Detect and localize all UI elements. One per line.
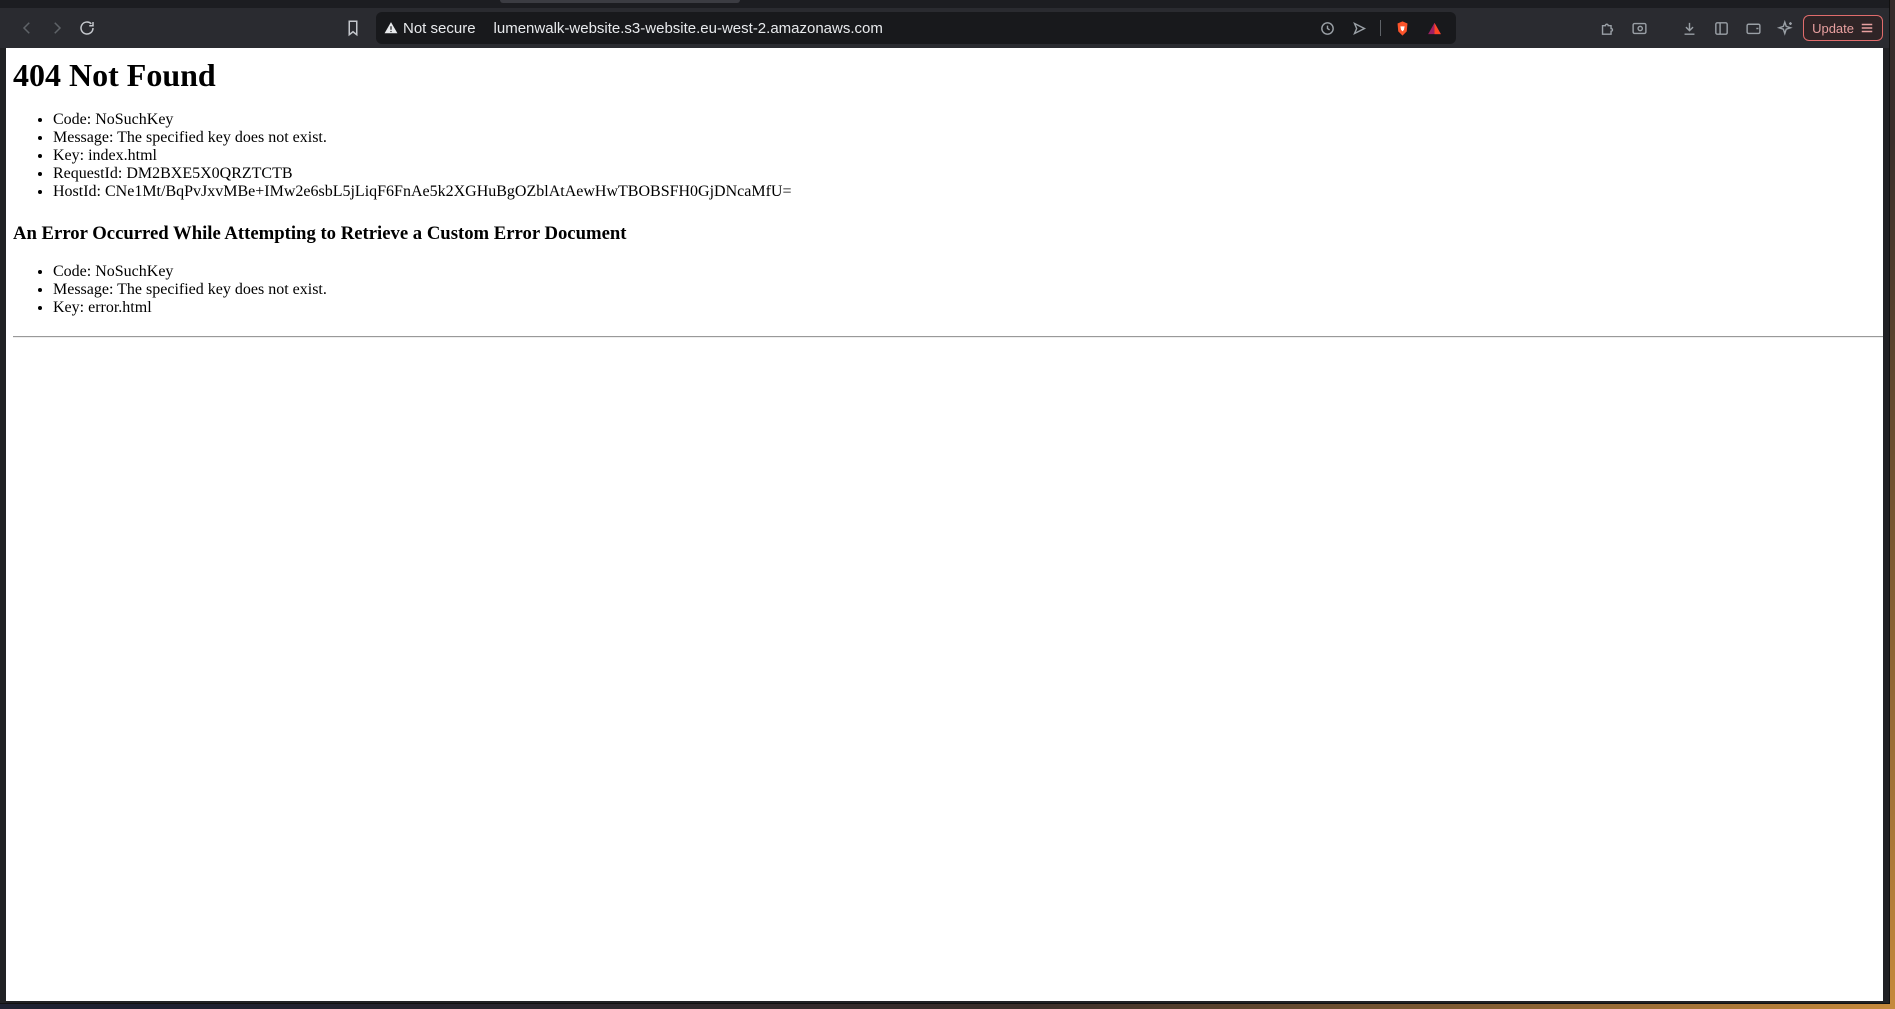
send-button[interactable]	[1345, 14, 1373, 42]
page-title: 404 Not Found	[13, 57, 216, 93]
error-details-list: Code: NoSuchKey Message: The specified k…	[6, 111, 1883, 201]
forward-arrow-icon	[54, 22, 62, 34]
downloads-button[interactable]	[1675, 14, 1703, 42]
address-bar-actions	[1313, 12, 1448, 44]
toolbar-actions: Update	[1593, 12, 1883, 44]
divider	[13, 336, 1883, 339]
puzzle-icon	[1601, 23, 1613, 35]
brave-shield-icon	[1397, 20, 1407, 36]
custom-error-details-list: Code: NoSuchKey Message: The specified k…	[6, 263, 1883, 317]
update-label: Update	[1812, 20, 1854, 36]
extensions-button[interactable]	[1593, 14, 1621, 42]
reload-button[interactable]	[72, 13, 102, 43]
list-item: HostId: CNe1Mt/BqPvJxvMBe+IMw2e6sbL5jLiq…	[53, 183, 1883, 201]
download-icon	[1684, 22, 1695, 35]
list-item: Key: error.html	[53, 299, 1883, 317]
screenshot-icon	[1631, 22, 1647, 34]
browser-toolbar: Not secure lumenwalk-website.s3-website.…	[0, 8, 1889, 48]
back-arrow-icon	[22, 22, 30, 34]
not-secure-label: Not secure	[403, 19, 476, 37]
url-text[interactable]: lumenwalk-website.s3-website.eu-west-2.a…	[494, 20, 883, 37]
warning-triangle-icon	[384, 22, 398, 34]
send-icon	[1352, 21, 1366, 35]
leo-sparkle-icon	[1776, 19, 1793, 36]
wallet-button[interactable]	[1739, 14, 1767, 42]
leo-ai-button[interactable]	[1771, 14, 1799, 42]
section-heading: An Error Occurred While Attempting to Re…	[13, 222, 627, 244]
bookmark-icon	[348, 20, 358, 37]
list-item: Message: The specified key does not exis…	[53, 281, 1883, 299]
hamburger-menu-icon	[1861, 23, 1873, 33]
brave-rewards-icon	[1427, 22, 1441, 34]
security-indicator[interactable]: Not secure	[384, 20, 476, 37]
list-item: Key: index.html	[53, 147, 1883, 165]
browser-window: Not secure lumenwalk-website.s3-website.…	[0, 0, 1890, 1004]
list-item: Message: The specified key does not exis…	[53, 129, 1883, 147]
back-button[interactable]	[12, 13, 42, 43]
update-button[interactable]: Update	[1803, 15, 1883, 41]
tab-strip	[0, 0, 1889, 8]
reload-icon	[80, 21, 94, 35]
list-item: Code: NoSuchKey	[53, 111, 1883, 129]
wallet-icon	[1745, 23, 1761, 34]
screenshot-button[interactable]	[1625, 14, 1653, 42]
sidebar-button[interactable]	[1707, 14, 1735, 42]
forward-button[interactable]	[42, 13, 72, 43]
list-item: RequestId: DM2BXE5X0QRZTCTB	[53, 165, 1883, 183]
address-bar[interactable]: Not secure lumenwalk-website.s3-website.…	[376, 12, 1456, 44]
page-content: 404 Not Found Code: NoSuchKey Message: T…	[6, 48, 1883, 1001]
sidebar-icon	[1714, 21, 1728, 35]
active-tab-indicator[interactable]	[500, 0, 740, 3]
brave-rewards-button[interactable]	[1420, 14, 1448, 42]
history-icon	[1320, 21, 1334, 35]
divider	[1380, 20, 1381, 36]
brave-shields-button[interactable]	[1388, 14, 1416, 42]
bookmark-button[interactable]	[338, 13, 368, 43]
list-item: Code: NoSuchKey	[53, 263, 1883, 281]
history-button[interactable]	[1313, 14, 1341, 42]
